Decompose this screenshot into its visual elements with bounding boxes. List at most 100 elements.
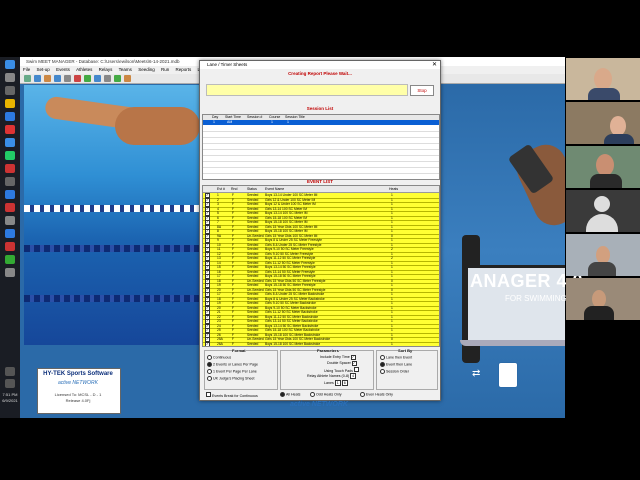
search-icon[interactable]: [5, 73, 15, 82]
toolbar-button-icon[interactable]: [104, 75, 111, 82]
menu-teams[interactable]: Teams: [119, 67, 132, 72]
radio-selected-icon: [280, 392, 285, 397]
app-icon[interactable]: [5, 177, 15, 186]
toolbar-button-icon[interactable]: [24, 75, 31, 82]
toolbar-button-icon[interactable]: [114, 75, 121, 82]
event-list-title: EVENT LIST: [306, 179, 333, 184]
chrome-icon[interactable]: [5, 125, 15, 134]
mail-icon[interactable]: [5, 138, 15, 147]
session-list-title: Session List: [306, 106, 334, 111]
double-spacer-checkbox[interactable]: Double Spacer ✓: [327, 361, 357, 366]
relay-names-input[interactable]: 4: [350, 373, 357, 379]
toolbar-button-icon[interactable]: [74, 75, 81, 82]
file-explorer-icon[interactable]: [5, 99, 15, 108]
participant-face: [594, 68, 612, 90]
excel-icon[interactable]: [5, 151, 15, 160]
events-break-checkbox[interactable]: Events Break for Continuous: [206, 392, 258, 398]
dialog-title: Lane / Timer Sheets: [207, 62, 248, 67]
session-empty-row[interactable]: [203, 168, 439, 174]
app-icon[interactable]: [5, 216, 15, 225]
lane-rope: [24, 295, 199, 302]
col-status[interactable]: Status: [247, 186, 257, 192]
relay-athlete-names: Relay Athlete Names (0-8) 4: [307, 373, 357, 379]
radio-icon: [207, 369, 212, 374]
app-icon[interactable]: [5, 203, 15, 212]
sort-lane-then-event[interactable]: Lane then Event: [380, 355, 412, 360]
toolbar-button-icon[interactable]: [64, 75, 71, 82]
participant-face: [596, 154, 614, 176]
video-tile[interactable]: [566, 146, 640, 188]
menu-events[interactable]: Events: [56, 67, 70, 72]
toolbar-button-icon[interactable]: [84, 75, 91, 82]
checkbox-checked-icon[interactable]: ✓: [205, 341, 210, 346]
swimmer-body-image: [115, 107, 200, 145]
col-heats[interactable]: Heats: [389, 186, 398, 192]
sort-event-then-lane[interactable]: Event then Lane: [380, 362, 412, 367]
session-row-selected[interactable]: 1 AM 1 1: [203, 120, 439, 125]
even-heats-radio[interactable]: Even Heats Only: [360, 392, 393, 397]
menu-reports[interactable]: Reports: [176, 67, 192, 72]
app-icon[interactable]: [5, 268, 15, 277]
odd-heats-radio[interactable]: Odd Heats Only: [310, 392, 342, 397]
toolbar-button-icon[interactable]: [124, 75, 131, 82]
col-round[interactable]: Rnd: [231, 186, 237, 192]
menu-athletes[interactable]: Athletes: [76, 67, 92, 72]
session-list-grid: Day Start Time Session # Course Session …: [202, 114, 440, 180]
volume-icon[interactable]: [5, 379, 15, 388]
app-icon[interactable]: [5, 229, 15, 238]
include-entry-time-checkbox[interactable]: Include Entry Time ✓: [320, 355, 356, 360]
app-icon[interactable]: [5, 255, 15, 264]
network-icon[interactable]: [5, 367, 15, 376]
format-option-two-per-page[interactable]: 2 Events or Lanes Per Page: [207, 362, 258, 367]
video-tile[interactable]: [566, 278, 640, 320]
phone-icon: [498, 362, 518, 388]
participant-body: [604, 134, 634, 144]
close-icon[interactable]: ✕: [432, 61, 437, 69]
stop-button[interactable]: Stop: [410, 85, 434, 96]
task-view-icon[interactable]: [5, 86, 15, 95]
windows-start-icon[interactable]: [5, 60, 15, 69]
app-icon[interactable]: [5, 242, 15, 251]
menu-relays[interactable]: Relays: [99, 67, 113, 72]
toolbar-button-icon[interactable]: [44, 75, 51, 82]
event-row[interactable]: ✓ 26A F Seeded Boys 15-18 100 SC Meter Backs…: [203, 341, 439, 346]
toolbar-button-icon[interactable]: [34, 75, 41, 82]
radio-icon: [380, 369, 385, 374]
parameters-title: Parameters: [317, 348, 339, 353]
clock-date[interactable]: 6/9/2021: [0, 398, 20, 403]
participant-body: [584, 306, 614, 320]
lanes-from-input[interactable]: 1: [334, 380, 341, 386]
sort-by-title: Sort By: [398, 348, 413, 353]
app-title: Swim MEET MANAGER - Database: C:\Users\e…: [26, 59, 180, 64]
format-option-continuous[interactable]: Continuous: [207, 355, 231, 360]
format-option-one-per-lane[interactable]: 1 Event Per Page Per Lane: [207, 369, 257, 374]
event-status: Seeded: [247, 341, 259, 346]
format-option-uk-judge[interactable]: UK Judge's Placing Sheet: [207, 376, 254, 381]
col-event-name[interactable]: Event Name: [265, 186, 284, 192]
lane-timer-sheets-dialog: Lane / Timer Sheets ✕ Creating Report Pl…: [199, 60, 441, 401]
menu-seeding[interactable]: Seeding: [138, 67, 155, 72]
session-day: 1: [213, 120, 215, 124]
all-heats-radio[interactable]: All Heats: [280, 392, 300, 397]
clock-time[interactable]: 7:51 PM: [0, 392, 20, 397]
video-tile[interactable]: [566, 58, 640, 100]
toolbar-button-icon[interactable]: [54, 75, 61, 82]
app-icon[interactable]: [5, 164, 15, 173]
video-tile[interactable]: [566, 102, 640, 144]
lanes-to-input[interactable]: 6: [341, 380, 348, 386]
license-text: Licensed To: MCSL - D - 1: [54, 392, 102, 397]
menu-run[interactable]: Run: [161, 67, 169, 72]
menu-file[interactable]: File: [23, 67, 30, 72]
col-event-number[interactable]: Evt #: [217, 186, 225, 192]
edge-icon[interactable]: [5, 112, 15, 121]
video-tile[interactable]: [566, 234, 640, 276]
toolbar-button-icon[interactable]: [94, 75, 101, 82]
event-number: 26A: [217, 341, 223, 346]
brand-subtitle: FOR SWIMMING: [505, 294, 567, 303]
progress-bar: [206, 84, 408, 96]
sort-session-order[interactable]: Session Order: [380, 369, 409, 374]
video-tile[interactable]: [566, 190, 640, 232]
zoom-icon[interactable]: [5, 190, 15, 199]
menu-setup[interactable]: Set-up: [37, 67, 50, 72]
radio-selected-icon: [207, 362, 212, 367]
